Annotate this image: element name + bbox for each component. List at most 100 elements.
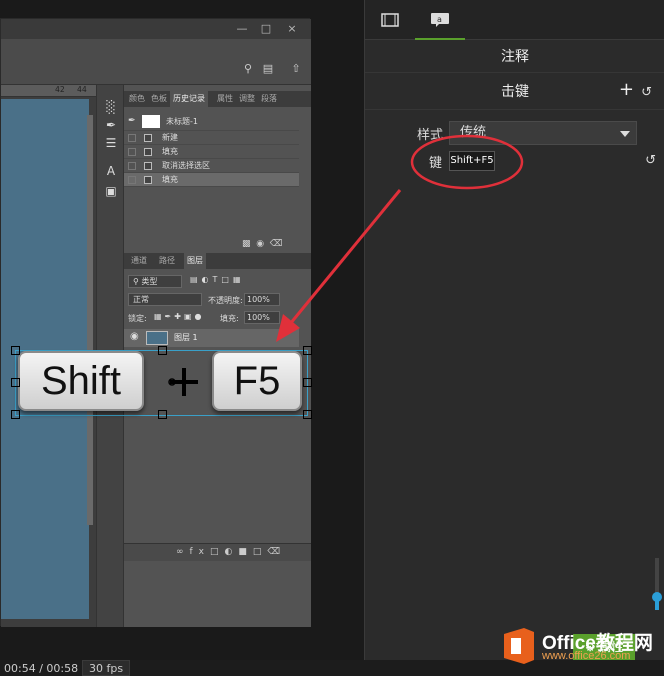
character-icon[interactable]: A xyxy=(102,163,120,179)
fill-label: 填充: xyxy=(220,314,239,323)
maximize-button[interactable]: □ xyxy=(257,21,275,37)
history-step-icon xyxy=(144,148,152,156)
key-shift: Shift xyxy=(18,351,144,411)
blend-mode-select[interactable]: 正常 xyxy=(128,293,202,306)
tab-swatches[interactable]: 色板 xyxy=(148,91,170,107)
office-logo-icon xyxy=(504,628,534,664)
layers-footer: ∞fx□◐■□⌫ xyxy=(124,543,311,561)
resize-handle[interactable] xyxy=(303,346,312,355)
resize-handle[interactable] xyxy=(303,378,312,387)
resize-handle[interactable] xyxy=(303,410,312,419)
history-checkbox[interactable] xyxy=(128,176,136,184)
keystroke-callout[interactable]: Shift F5 xyxy=(11,346,312,419)
resize-handle[interactable] xyxy=(11,410,20,419)
fill-input[interactable]: 100% xyxy=(244,311,280,324)
tab-channels[interactable]: 通道 xyxy=(128,253,150,269)
history-footer-icons: ▩ ◉ ⌫ xyxy=(242,239,283,249)
history-checkbox[interactable] xyxy=(128,148,136,156)
history-step-icon xyxy=(144,176,152,184)
photoshop-options-bar: ⚲ ▤ ⇧ xyxy=(1,39,311,85)
snapshot-thumbnail xyxy=(142,115,160,128)
layers-panel-tabs: 通道 路径 图层 xyxy=(124,253,311,269)
history-snapshot[interactable]: ✒ 未标题-1 xyxy=(124,113,299,131)
layer-thumbnail xyxy=(146,331,168,345)
film-icon xyxy=(381,13,399,27)
lock-label: 锁定: xyxy=(128,314,147,323)
tab-color[interactable]: 颜色 xyxy=(126,91,148,107)
history-checkbox[interactable] xyxy=(128,134,136,142)
tab-adjustments[interactable]: 调整 xyxy=(236,91,258,107)
resize-handle[interactable] xyxy=(11,378,20,387)
layer-footer-icons[interactable]: ∞fx□◐■□⌫ xyxy=(176,547,286,557)
tab-paragraph[interactable]: 段落 xyxy=(258,91,280,107)
layer-name: 图层 1 xyxy=(174,333,198,342)
opacity-input[interactable]: 100% xyxy=(244,293,280,306)
history-brush-icon: ✒ xyxy=(128,116,136,126)
chevron-down-icon xyxy=(620,131,630,137)
visual-properties-tab[interactable] xyxy=(365,0,415,40)
history-step-icon xyxy=(144,134,152,142)
opacity-label: 不透明度: xyxy=(208,296,243,305)
photoshop-window: — □ × ⚲ ▤ ⇧ 42 44 ░ ✒ ☰ A ▣ 颜色 色板 历史记录 属… xyxy=(0,18,311,627)
slider-knob[interactable] xyxy=(652,592,662,602)
vertical-scrollbar[interactable] xyxy=(87,115,93,525)
history-step-icon xyxy=(144,162,152,170)
history-checkbox[interactable] xyxy=(128,162,136,170)
video-canvas[interactable]: — □ × ⚲ ▤ ⇧ 42 44 ░ ✒ ☰ A ▣ 颜色 色板 历史记录 属… xyxy=(0,0,364,660)
history-item-label: 取消选择选区 xyxy=(162,161,210,170)
history-panel-tabs: 颜色 色板 历史记录 属性 调整 段落 xyxy=(124,91,311,107)
add-icon[interactable]: + xyxy=(619,80,634,100)
workspace-icon[interactable]: ▤ xyxy=(261,63,275,75)
adjust-icon[interactable]: ☰ xyxy=(102,135,120,151)
histogram-icon[interactable]: ░ xyxy=(102,99,120,115)
key-field[interactable]: Shift+F5 xyxy=(449,151,495,171)
layer-filter-value: 类型 xyxy=(141,277,158,286)
resize-handle[interactable] xyxy=(11,346,20,355)
layer-row[interactable]: ◉ 图层 1 xyxy=(124,329,299,347)
minimize-button[interactable]: — xyxy=(233,21,251,37)
ruler-tick: 42 xyxy=(55,85,65,94)
search-icon[interactable]: ⚲ xyxy=(241,63,255,75)
history-item[interactable]: 新建 xyxy=(124,131,299,145)
style-label: 样式 xyxy=(417,128,444,143)
share-icon[interactable]: ⇧ xyxy=(289,63,303,75)
resize-handle[interactable] xyxy=(158,410,167,419)
annotation-properties-tab[interactable]: a xyxy=(415,0,465,40)
reset-icon[interactable]: ↺ xyxy=(641,85,652,101)
history-item-label: 填充 xyxy=(162,147,178,156)
watermark-url: www.office26.com xyxy=(542,650,631,662)
key-reset-icon[interactable]: ↺ xyxy=(645,153,656,169)
3d-cube-icon[interactable]: ▣ xyxy=(102,183,120,199)
zoom-slider[interactable] xyxy=(652,558,662,610)
horizontal-ruler: 42 44 xyxy=(1,85,96,97)
style-value: 传统 xyxy=(460,125,487,140)
tab-history[interactable]: 历史记录 xyxy=(170,91,208,107)
ruler-tick: 44 xyxy=(77,85,87,94)
close-button[interactable]: × xyxy=(283,21,301,37)
resize-handle[interactable] xyxy=(158,346,167,355)
history-item-label: 新建 xyxy=(162,133,178,142)
key-label: 键 xyxy=(429,156,443,171)
layer-filter-select[interactable]: ⚲ 类型 xyxy=(128,275,182,288)
style-dropdown[interactable]: 传统 xyxy=(449,121,637,145)
tab-layers[interactable]: 图层 xyxy=(184,253,206,269)
layer-filter-icons[interactable]: ▤◐T□▦ xyxy=(190,275,245,284)
blend-mode-value: 正常 xyxy=(133,295,149,304)
history-item[interactable]: 填充 xyxy=(124,145,299,159)
properties-panel: a 注释 击键 + ↺ 样式 传统 键 Shift+F5 ↺ ⚙ 属性 xyxy=(364,0,664,660)
tab-properties[interactable]: 属性 xyxy=(214,91,236,107)
watermark: Office教程网 www.office26.com xyxy=(498,626,664,672)
tab-paths[interactable]: 路径 xyxy=(156,253,178,269)
playback-time: 00:54 / 00:58 xyxy=(4,662,79,675)
brush-icon[interactable]: ✒ xyxy=(102,117,120,133)
key-f5: F5 xyxy=(212,351,302,411)
fps-select[interactable]: 30 fps xyxy=(82,660,131,676)
screen: — □ × ⚲ ▤ ⇧ 42 44 ░ ✒ ☰ A ▣ 颜色 色板 历史记录 属… xyxy=(0,0,664,676)
lock-icons[interactable]: ▦✒✚▣● xyxy=(154,312,205,321)
history-snapshot-label: 未标题-1 xyxy=(166,117,198,126)
properties-tabs: a xyxy=(365,0,664,40)
visibility-eye-icon[interactable]: ◉ xyxy=(130,331,139,342)
history-item[interactable]: 取消选择选区 xyxy=(124,159,299,173)
history-item[interactable]: 填充 xyxy=(124,173,299,187)
svg-text:a: a xyxy=(437,15,442,24)
